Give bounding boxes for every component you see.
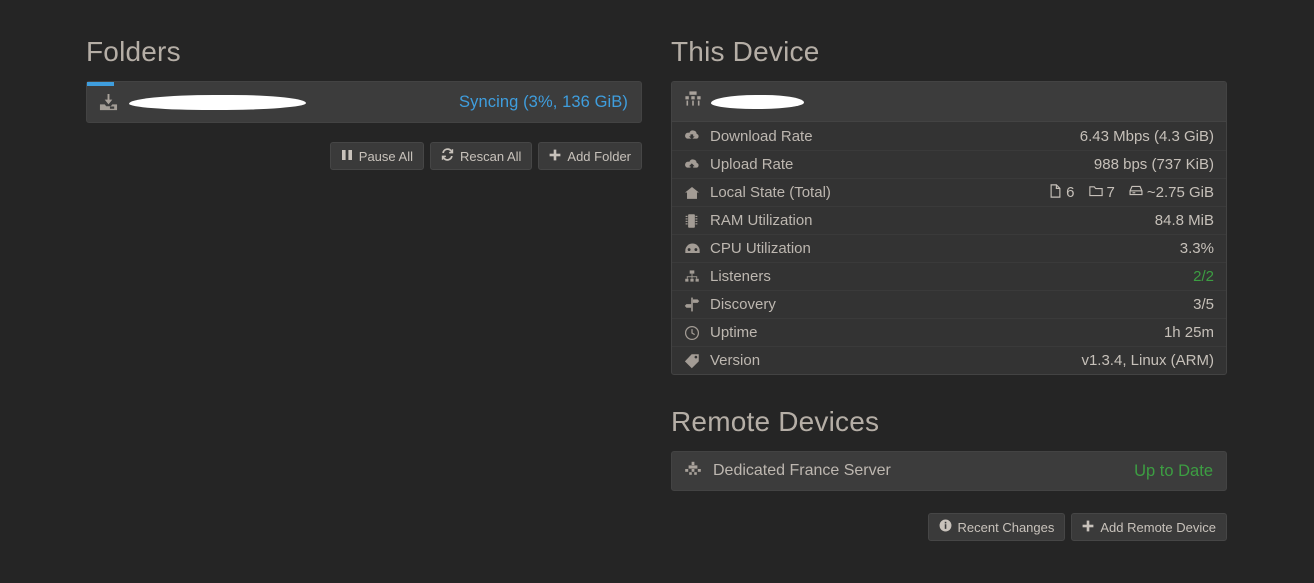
signpost-icon: [684, 296, 702, 313]
recent-changes-label: Recent Changes: [957, 519, 1055, 535]
plus-icon: [1082, 520, 1094, 535]
folder-name-redacted: [129, 94, 306, 110]
file-icon: [1049, 183, 1062, 202]
tag-icon: [684, 353, 702, 369]
folder-sync-progress-bar: [87, 82, 114, 86]
stat-row-discovery: Discovery 3/5: [672, 290, 1226, 318]
stat-label: Upload Rate: [710, 156, 794, 173]
stat-row-cpu-utilization: CPU Utilization 3.3%: [672, 234, 1226, 262]
remote-devices-section-title: Remote Devices: [671, 406, 880, 437]
pause-all-button[interactable]: Pause All: [329, 142, 424, 170]
memory-icon: [684, 213, 702, 229]
devices-column: This Device Download Rate 6.43 Mbps (4.3…: [671, 0, 1227, 541]
this-device-stats: Download Rate 6.43 Mbps (4.3 GiB) Upload…: [672, 122, 1226, 374]
remote-device-name: Dedicated France Server: [713, 462, 891, 479]
stat-label: Discovery: [710, 296, 776, 313]
stat-label: RAM Utilization: [710, 212, 813, 229]
stat-value: 84.8 MiB: [1154, 212, 1214, 229]
this-device-header[interactable]: [672, 82, 1226, 122]
folder-card[interactable]: Syncing (3%, 136 GiB): [86, 81, 642, 123]
add-remote-device-button[interactable]: Add Remote Device: [1071, 513, 1227, 541]
pause-icon: [341, 149, 353, 164]
sitemap-icon: [684, 90, 702, 113]
local-state-files: 6: [1049, 183, 1075, 202]
stat-value: 1h 25m: [1163, 324, 1214, 341]
clock-icon: [684, 325, 702, 341]
stat-row-download-rate: Download Rate 6.43 Mbps (4.3 GiB): [672, 122, 1226, 150]
stat-label: Uptime: [710, 324, 758, 341]
this-device-section-title: This Device: [671, 36, 820, 67]
local-state-folders: 7: [1088, 184, 1115, 202]
cloud-download-icon: [684, 128, 702, 144]
gauge-icon: [684, 241, 702, 257]
rescan-all-label: Rescan All: [459, 148, 522, 164]
local-state-folder-count: 7: [1106, 184, 1115, 201]
hard-drive-icon: [1129, 184, 1143, 201]
local-state-size: ~2.75 GiB: [1129, 184, 1214, 201]
stat-value: 3.3%: [1179, 240, 1214, 257]
remote-device-card[interactable]: Dedicated France Server Up to Date: [671, 451, 1227, 491]
stat-value: 988 bps (737 KiB): [1093, 156, 1214, 173]
sitemap-icon: [684, 269, 702, 285]
local-state-file-count: 6: [1066, 184, 1075, 201]
info-icon: [939, 519, 952, 535]
this-device-panel: Download Rate 6.43 Mbps (4.3 GiB) Upload…: [671, 81, 1227, 375]
stat-label: Download Rate: [710, 127, 813, 145]
folder-sync-status: Syncing (3%, 136 GiB): [458, 92, 628, 111]
folders-column: Folders Syncing (3%, 136 GiB) Pause All …: [86, 0, 642, 170]
stat-row-upload-rate: Upload Rate 988 bps (737 KiB): [672, 150, 1226, 178]
remote-devices-actions: Recent Changes Add Remote Device: [671, 513, 1227, 541]
this-device-name-redacted: [711, 94, 804, 109]
stat-label: Version: [710, 352, 761, 369]
local-state-values: 6 7 ~2.75 GiB: [1049, 183, 1214, 202]
folder-icon: [1088, 184, 1103, 202]
stat-value: v1.3.4, Linux (ARM): [1081, 352, 1214, 369]
stat-value: 3/5: [1193, 296, 1214, 313]
plug-icon: [684, 461, 702, 482]
stat-row-local-state: Local State (Total) 6 7 ~2.75 GiB: [672, 178, 1226, 206]
remote-device-status: Up to Date: [1134, 461, 1213, 480]
add-remote-device-label: Add Remote Device: [1100, 519, 1216, 535]
recent-changes-button[interactable]: Recent Changes: [927, 513, 1066, 541]
stat-value: 2/2: [1193, 268, 1214, 285]
folder-download-icon: [99, 93, 119, 112]
plus-icon: [549, 149, 561, 164]
local-state-size-value: ~2.75 GiB: [1146, 184, 1214, 201]
stat-row-version: Version v1.3.4, Linux (ARM): [672, 346, 1226, 374]
refresh-icon: [441, 148, 454, 164]
stat-label: CPU Utilization: [710, 240, 811, 257]
rescan-all-button[interactable]: Rescan All: [429, 142, 533, 170]
stat-row-uptime: Uptime 1h 25m: [672, 318, 1226, 346]
stat-value: 6.43 Mbps (4.3 GiB): [1079, 127, 1214, 145]
add-folder-label: Add Folder: [567, 148, 631, 164]
pause-all-label: Pause All: [358, 148, 413, 164]
dashboard: Folders Syncing (3%, 136 GiB) Pause All …: [0, 0, 1314, 583]
stat-row-ram-utilization: RAM Utilization 84.8 MiB: [672, 206, 1226, 234]
folders-actions: Pause All Rescan All Add Folder: [86, 142, 642, 170]
cloud-upload-icon: [684, 157, 702, 173]
home-icon: [684, 185, 702, 201]
stat-label: Local State (Total): [710, 184, 831, 201]
folders-section-title: Folders: [86, 36, 181, 67]
stat-row-listeners: Listeners 2/2: [672, 262, 1226, 290]
stat-label: Listeners: [710, 268, 771, 285]
add-folder-button[interactable]: Add Folder: [538, 142, 642, 170]
